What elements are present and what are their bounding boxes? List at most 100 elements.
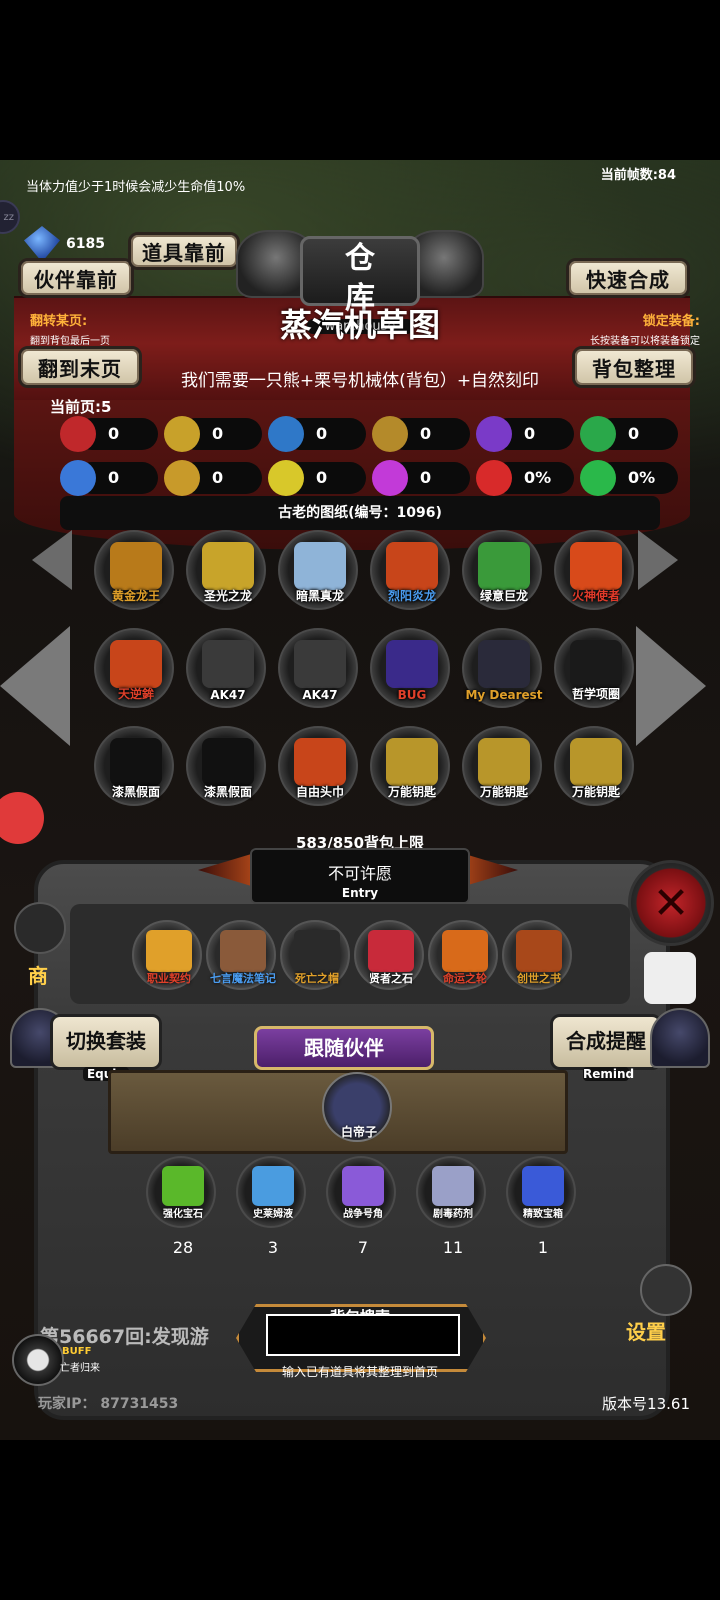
bag-item-slot[interactable]: 圣光之龙 xyxy=(186,530,266,610)
settings-gear-icon[interactable] xyxy=(640,1264,692,1316)
bag-item-slot[interactable]: 暗黑真龙 xyxy=(278,530,358,610)
consumable-label: 强化宝石 xyxy=(163,1209,203,1220)
prev-page-small-arrow-icon[interactable] xyxy=(32,530,72,590)
item-label: 圣光之龙 xyxy=(203,589,252,603)
switch-equip-button[interactable]: 切换套装 Equip xyxy=(50,1014,162,1081)
bag-item-slot[interactable]: 漆黑假面 xyxy=(94,726,174,806)
dice-icon[interactable] xyxy=(644,952,696,1004)
boot-icon xyxy=(268,416,304,452)
entry-item-label: 创世之书 xyxy=(517,972,561,985)
entry-item-slot[interactable]: 职业契约 xyxy=(132,920,202,990)
close-icon: ✕ xyxy=(652,877,690,929)
entry-item-slot[interactable]: 七言魔法笔记 xyxy=(206,920,276,990)
craft-remind-button[interactable]: 合成提醒 Remind xyxy=(550,1014,662,1081)
entry-item-icon xyxy=(368,930,414,972)
stat-value: 0 xyxy=(316,424,328,443)
bag-search-input[interactable] xyxy=(266,1314,460,1356)
stat-item: 0%减伤 xyxy=(580,460,678,507)
companion-slot[interactable]: 白帝子 xyxy=(322,1072,392,1142)
consumable-count: 28 xyxy=(172,1238,194,1257)
next-page-arrow-icon[interactable] xyxy=(636,626,706,746)
stat-value: 0 xyxy=(212,424,224,443)
bag-item-slot[interactable]: AK47 xyxy=(278,628,358,708)
skull-buff-icon[interactable] xyxy=(12,1334,64,1386)
bag-item-slot[interactable]: 万能钥匙 xyxy=(370,726,450,806)
consumable-count: 11 xyxy=(442,1238,464,1257)
bag-item-slot[interactable]: 天逆鉾 xyxy=(94,628,174,708)
consumable-slot[interactable]: 强化宝石 28 xyxy=(146,1156,216,1257)
crossed-swords-icon xyxy=(476,460,512,496)
item-label: 万能钥匙 xyxy=(387,785,436,799)
bag-item-slot[interactable]: 哲学项圈 xyxy=(554,628,634,708)
search-hint: 输入已有道具将其整理到首页 xyxy=(281,1365,438,1379)
entry-item-icon xyxy=(442,930,488,972)
entry-item-icon xyxy=(516,930,562,972)
item-art-icon xyxy=(386,640,438,688)
bag-item-slot[interactable]: 自由头巾 xyxy=(278,726,358,806)
consumable-icon xyxy=(432,1166,474,1206)
sort-bag-button[interactable]: 背包整理 xyxy=(572,346,696,388)
scroll-message: 第56667回:发现游 xyxy=(40,1326,209,1348)
next-page-small-arrow-icon[interactable] xyxy=(638,530,678,590)
stat-item: 0 xyxy=(268,416,366,452)
prev-page-arrow-icon[interactable] xyxy=(0,626,70,746)
buff-name: 亡者归来 xyxy=(60,1363,100,1374)
items-first-button[interactable]: 道具靠前 xyxy=(128,232,240,270)
item-art-icon xyxy=(386,542,438,590)
item-label: My Dearest xyxy=(465,688,543,702)
recipe-title: 蒸汽机草图 xyxy=(279,306,440,344)
consumable-count: 1 xyxy=(537,1238,549,1257)
stat-item: 0 xyxy=(372,416,470,452)
bag-item-slot[interactable]: 万能钥匙 xyxy=(554,726,634,806)
consumable-slot[interactable]: 剧毒药剂 11 xyxy=(416,1156,486,1257)
gem-currency: 6185 xyxy=(24,226,105,262)
lightning-icon xyxy=(476,416,512,452)
bag-item-slot[interactable]: 万能钥匙 xyxy=(462,726,542,806)
entry-item-slot[interactable]: 贤者之石 xyxy=(354,920,424,990)
item-art-icon xyxy=(202,738,254,786)
item-art-icon xyxy=(570,542,622,590)
stat-value: 0 xyxy=(108,424,120,443)
entry-item-slot[interactable]: 命运之轮 xyxy=(428,920,498,990)
entry-bar[interactable]: 不可许愿 Entry xyxy=(250,848,470,904)
consumable-slot[interactable]: 战争号角 7 xyxy=(326,1156,396,1257)
close-button[interactable]: ✕ xyxy=(628,860,714,946)
consumable-slot[interactable]: 精致宝箱 1 xyxy=(506,1156,576,1257)
consumable-icon xyxy=(522,1166,564,1206)
quick-craft-button[interactable]: 快速合成 xyxy=(566,258,690,298)
heart-icon xyxy=(60,416,96,452)
game-screen: 当体力值少于1时候会减少生命值10% 当前帧数:84 zz 6185 伙伴靠前 … xyxy=(0,160,720,1440)
bag-item-slot[interactable]: 烈阳炎龙 xyxy=(370,530,450,610)
bag-item-slot[interactable]: BUG xyxy=(370,628,450,708)
item-label: 天逆鉾 xyxy=(117,687,154,701)
companion-first-button[interactable]: 伙伴靠前 xyxy=(18,258,134,298)
item-art-icon xyxy=(110,542,162,590)
last-page-button[interactable]: 翻到末页 xyxy=(18,346,142,388)
stat-value: 0 xyxy=(316,468,328,487)
entry-item-slot[interactable]: 死亡之帽 xyxy=(280,920,350,990)
consumable-slot[interactable]: 史莱姆液 3 xyxy=(236,1156,306,1257)
entry-item-slot[interactable]: 创世之书 xyxy=(502,920,572,990)
shop-label[interactable]: 商 xyxy=(28,960,48,989)
bag-item-slot[interactable]: AK47 xyxy=(186,628,266,708)
consumable-count: 7 xyxy=(357,1238,369,1257)
bag-item-slot[interactable]: 火神使者 xyxy=(554,530,634,610)
sword-icon xyxy=(372,416,408,452)
consumable-label: 史莱姆液 xyxy=(253,1209,293,1220)
bag-item-slot[interactable]: 漆黑假面 xyxy=(186,726,266,806)
item-label: BUG xyxy=(397,688,427,702)
item-label: 漆黑假面 xyxy=(111,785,160,799)
item-label: 绿意巨龙 xyxy=(479,589,528,603)
shop-icon[interactable] xyxy=(14,902,66,954)
stat-item: 0暴击 xyxy=(164,460,262,507)
item-art-icon xyxy=(110,640,162,688)
companion-name: 白帝子 xyxy=(340,1125,377,1139)
item-label: 火神使者 xyxy=(571,589,620,603)
consumable-count: 3 xyxy=(267,1238,279,1257)
settings-label[interactable]: 设置 xyxy=(626,1316,666,1345)
item-art-icon xyxy=(294,640,346,688)
bag-item-slot[interactable]: 绿意巨龙 xyxy=(462,530,542,610)
bag-item-slot[interactable]: My Dearest xyxy=(462,628,543,708)
bag-item-slot[interactable]: 黄金龙王 xyxy=(94,530,174,610)
item-label: 烈阳炎龙 xyxy=(387,589,436,603)
